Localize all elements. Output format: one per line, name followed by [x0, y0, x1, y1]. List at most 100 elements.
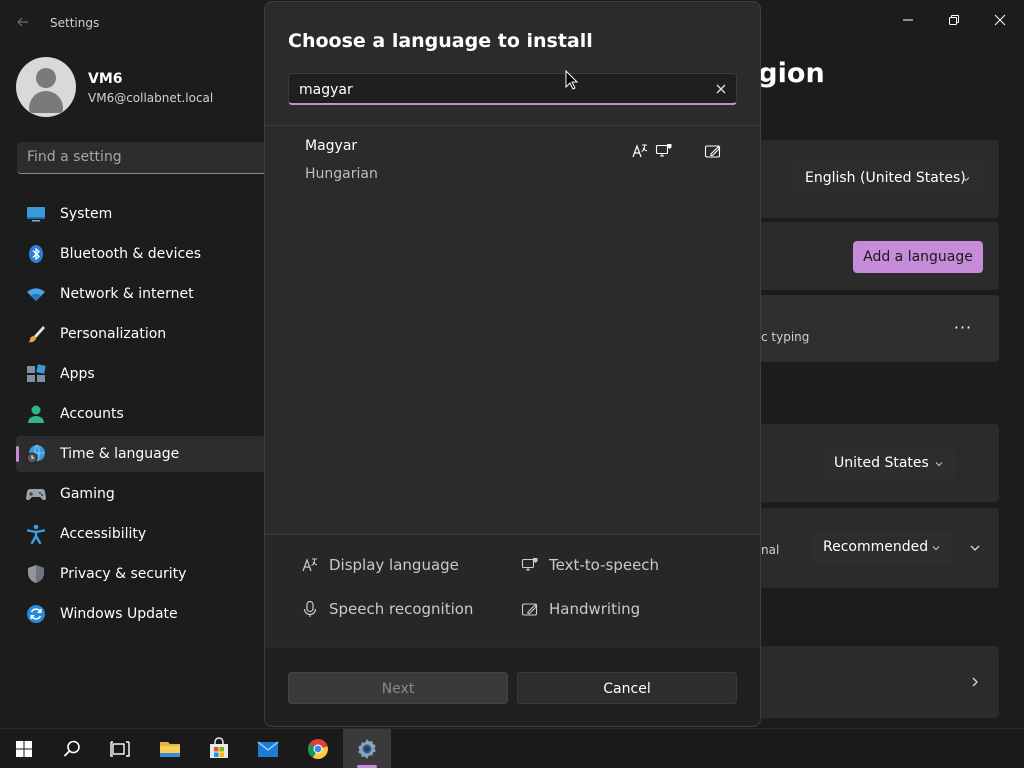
- taskbar-search-button[interactable]: [48, 729, 96, 768]
- sidebar-item-windows-update[interactable]: Windows Update: [16, 596, 266, 632]
- microsoft-store-icon: [210, 737, 228, 758]
- minimize-button[interactable]: [885, 6, 931, 34]
- sidebar-item-label: Time & language: [60, 446, 180, 462]
- file-explorer-button[interactable]: [146, 729, 194, 768]
- sidebar-item-network[interactable]: Network & internet: [16, 276, 266, 312]
- sidebar-item-time-language[interactable]: Time & language: [16, 436, 266, 472]
- choose-language-dialog: Choose a language to install Magyar Hung…: [264, 1, 761, 727]
- close-window-button[interactable]: [977, 6, 1023, 34]
- person-icon: [28, 405, 44, 423]
- update-icon: [27, 605, 45, 623]
- sidebar-item-label: Accounts: [60, 406, 124, 422]
- dialog-footer: Next Cancel: [265, 648, 760, 726]
- mail-icon: [257, 741, 279, 757]
- legend-label: Handwriting: [549, 600, 641, 618]
- handwriting-icon: [704, 145, 721, 158]
- chrome-button[interactable]: [294, 729, 342, 768]
- find-setting-placeholder: Find a setting: [27, 149, 122, 165]
- cancel-button[interactable]: Cancel: [517, 672, 737, 704]
- sidebar-item-personalization[interactable]: Personalization: [16, 316, 266, 352]
- sidebar-item-label: System: [60, 206, 113, 222]
- shield-icon: [28, 565, 44, 583]
- related-settings-card[interactable]: [740, 646, 999, 718]
- minimize-icon: [903, 19, 913, 21]
- close-icon: [994, 14, 1006, 26]
- sidebar-item-bluetooth[interactable]: Bluetooth & devices: [16, 236, 266, 272]
- settings-taskbar-button[interactable]: [343, 729, 391, 768]
- sidebar-item-accounts[interactable]: Accounts: [16, 396, 266, 432]
- country-dropdown[interactable]: United States: [822, 448, 956, 480]
- mouse-cursor-icon: [565, 70, 579, 90]
- language-search-box[interactable]: [288, 73, 737, 105]
- text-to-speech-icon: [521, 558, 538, 571]
- language-search-input[interactable]: [299, 80, 699, 100]
- wifi-icon: [27, 288, 45, 301]
- sidebar-item-accessibility[interactable]: Accessibility: [16, 516, 266, 552]
- regional-format-fragment: nal: [761, 543, 780, 557]
- task-view-button[interactable]: [96, 729, 144, 768]
- mail-button[interactable]: [244, 729, 292, 768]
- display-language-dropdown[interactable]: English (United States): [793, 163, 983, 195]
- regional-format-value: Recommended: [823, 539, 929, 555]
- more-options-button[interactable]: ···: [950, 318, 976, 338]
- restore-button[interactable]: [931, 6, 977, 34]
- sidebar-item-system[interactable]: System: [16, 196, 266, 232]
- find-setting-input[interactable]: Find a setting: [17, 142, 267, 174]
- accessibility-icon: [26, 524, 46, 544]
- windows-start-icon: [16, 741, 32, 757]
- user-email: VM6@collabnet.local: [88, 91, 214, 105]
- language-result-magyar[interactable]: Magyar Hungarian: [265, 126, 760, 194]
- language-results-list: Magyar Hungarian: [265, 126, 760, 534]
- microphone-icon: [303, 600, 317, 617]
- chevron-down-icon: [935, 462, 943, 467]
- sidebar-item-apps[interactable]: Apps: [16, 356, 266, 392]
- next-button[interactable]: Next: [288, 672, 508, 704]
- display-language-icon: [632, 144, 648, 158]
- system-icon: [27, 207, 45, 222]
- sidebar-item-label: Network & internet: [60, 286, 194, 302]
- clear-search-icon[interactable]: [714, 82, 728, 96]
- avatar: [16, 57, 76, 117]
- sidebar-item-label: Apps: [60, 366, 95, 382]
- handwriting-icon: [521, 603, 538, 616]
- sidebar-item-label: Accessibility: [60, 526, 147, 542]
- sidebar-item-label: Bluetooth & devices: [60, 246, 202, 262]
- start-button[interactable]: [0, 729, 48, 768]
- expand-chevron-icon[interactable]: [968, 541, 982, 555]
- brush-icon: [28, 326, 45, 343]
- chevron-right-icon: [972, 677, 978, 687]
- selection-indicator: [16, 446, 19, 462]
- legend-label: Speech recognition: [329, 600, 474, 618]
- legend-label: Text-to-speech: [549, 556, 660, 574]
- settings-icon: [358, 739, 376, 759]
- language-features-text: c typing: [761, 330, 810, 344]
- back-button[interactable]: [12, 13, 34, 35]
- gamepad-icon: [26, 489, 46, 501]
- sidebar-nav: System Bluetooth & devices Network & int…: [16, 196, 266, 636]
- feature-legend: Display language Text-to-speech Speech r…: [265, 535, 760, 647]
- language-english-name: Hungarian: [305, 166, 378, 182]
- chrome-icon: [307, 739, 328, 759]
- microsoft-store-button[interactable]: [195, 729, 243, 768]
- sidebar-item-label: Privacy & security: [60, 566, 187, 582]
- user-name: VM6: [88, 71, 123, 87]
- file-explorer-icon: [160, 742, 180, 757]
- sidebar-item-label: Windows Update: [60, 606, 178, 622]
- dialog-title: Choose a language to install: [288, 30, 593, 52]
- sidebar-item-privacy[interactable]: Privacy & security: [16, 556, 266, 592]
- regional-format-dropdown[interactable]: Recommended: [811, 532, 953, 564]
- legend-label: Display language: [329, 556, 459, 574]
- text-to-speech-icon: [655, 144, 672, 157]
- sidebar-item-gaming[interactable]: Gaming: [16, 476, 266, 512]
- sidebar-item-label: Gaming: [60, 486, 115, 502]
- app-title: Settings: [50, 16, 100, 30]
- country-value: United States: [834, 455, 929, 471]
- display-language-value: English (United States): [805, 170, 966, 186]
- apps-icon: [27, 364, 46, 382]
- restore-icon: [949, 15, 959, 25]
- chevron-down-icon: [962, 177, 970, 182]
- display-language-icon: [302, 558, 318, 572]
- sidebar-item-label: Personalization: [60, 326, 167, 342]
- task-view-icon: [110, 741, 130, 757]
- add-a-language-button[interactable]: Add a language: [853, 241, 983, 273]
